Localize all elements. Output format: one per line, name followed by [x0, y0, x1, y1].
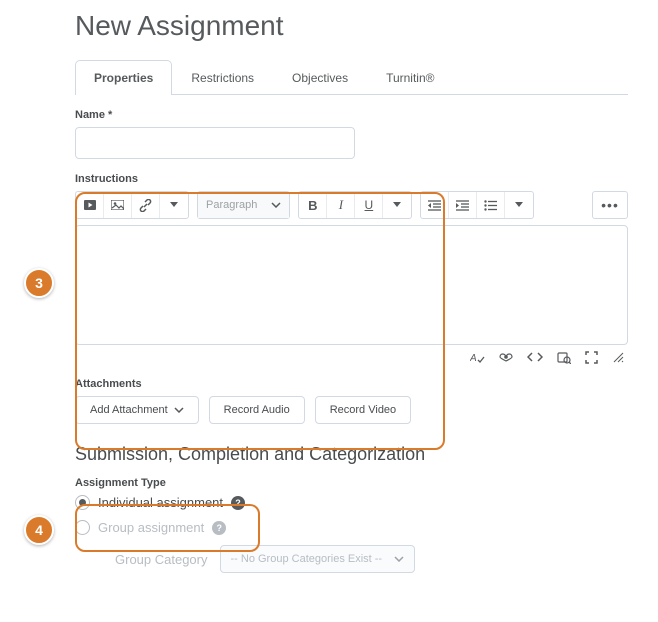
- outdent-button[interactable]: [421, 192, 449, 218]
- group-category-select: -- No Group Categories Exist --: [220, 545, 416, 573]
- tab-bar: Properties Restrictions Objectives Turni…: [75, 60, 628, 95]
- attachments-label: Attachments: [75, 378, 628, 390]
- spellcheck-icon[interactable]: A: [470, 351, 485, 364]
- chevron-down-icon: [394, 556, 404, 562]
- individual-assignment-label: Individual assignment: [98, 495, 223, 510]
- text-style-dropdown-icon[interactable]: [383, 192, 411, 218]
- annotation-badge-4: 4: [24, 515, 54, 545]
- underline-button[interactable]: U: [355, 192, 383, 218]
- chevron-down-icon: [174, 407, 184, 413]
- help-icon[interactable]: ?: [212, 521, 226, 535]
- bold-button[interactable]: B: [299, 192, 327, 218]
- attachments-buttons: Add Attachment Record Audio Record Video: [75, 396, 628, 424]
- page-title: New Assignment: [75, 10, 628, 42]
- paragraph-label: Paragraph: [206, 199, 257, 211]
- link-dropdown-icon[interactable]: [160, 192, 188, 218]
- fullscreen-icon[interactable]: [585, 351, 598, 364]
- individual-assignment-radio[interactable]: Individual assignment ?: [75, 495, 628, 510]
- record-video-button[interactable]: Record Video: [315, 396, 411, 424]
- tab-objectives[interactable]: Objectives: [273, 60, 367, 95]
- insert-image-icon[interactable]: [104, 192, 132, 218]
- instructions-label: Instructions: [75, 173, 628, 185]
- more-toolbar-button[interactable]: •••: [592, 191, 628, 219]
- list-button[interactable]: [477, 192, 505, 218]
- group-category-label: Group Category: [115, 552, 208, 567]
- record-audio-button[interactable]: Record Audio: [209, 396, 305, 424]
- name-label: Name *: [75, 109, 628, 121]
- add-attachment-label: Add Attachment: [90, 404, 168, 416]
- chevron-down-icon: [271, 202, 281, 208]
- instructions-section: Instructions Paragraph: [75, 173, 628, 424]
- radio-unchecked-icon: [75, 520, 90, 535]
- assignment-type-label: Assignment Type: [75, 477, 628, 489]
- preview-icon[interactable]: [557, 351, 571, 364]
- group-assignment-radio[interactable]: Group assignment ?: [75, 520, 628, 535]
- help-icon[interactable]: ?: [231, 496, 245, 510]
- indent-button[interactable]: [449, 192, 477, 218]
- list-dropdown-icon[interactable]: [505, 192, 533, 218]
- resize-handle-icon[interactable]: [612, 351, 624, 364]
- annotation-badge-3: 3: [24, 268, 54, 298]
- tab-properties[interactable]: Properties: [75, 60, 172, 95]
- instructions-editor[interactable]: [75, 225, 628, 345]
- accessibility-icon[interactable]: [499, 351, 513, 364]
- group-assignment-label: Group assignment: [98, 520, 204, 535]
- insert-video-icon[interactable]: [76, 192, 104, 218]
- paragraph-style-select[interactable]: Paragraph: [198, 192, 289, 218]
- editor-toolbar: Paragraph B I U: [75, 191, 628, 219]
- italic-button[interactable]: I: [327, 192, 355, 218]
- radio-checked-icon: [75, 495, 90, 510]
- add-attachment-button[interactable]: Add Attachment: [75, 396, 199, 424]
- section-heading: Submission, Completion and Categorizatio…: [75, 444, 628, 465]
- insert-link-icon[interactable]: [132, 192, 160, 218]
- svg-text:A: A: [470, 353, 477, 364]
- group-category-placeholder: -- No Group Categories Exist --: [231, 553, 383, 565]
- tab-restrictions[interactable]: Restrictions: [172, 60, 273, 95]
- group-category-field: Group Category -- No Group Categories Ex…: [75, 545, 628, 573]
- name-input[interactable]: [75, 127, 355, 159]
- source-code-icon[interactable]: [527, 351, 543, 364]
- editor-footer: A: [75, 351, 628, 364]
- tab-turnitin[interactable]: Turnitin®: [367, 60, 453, 95]
